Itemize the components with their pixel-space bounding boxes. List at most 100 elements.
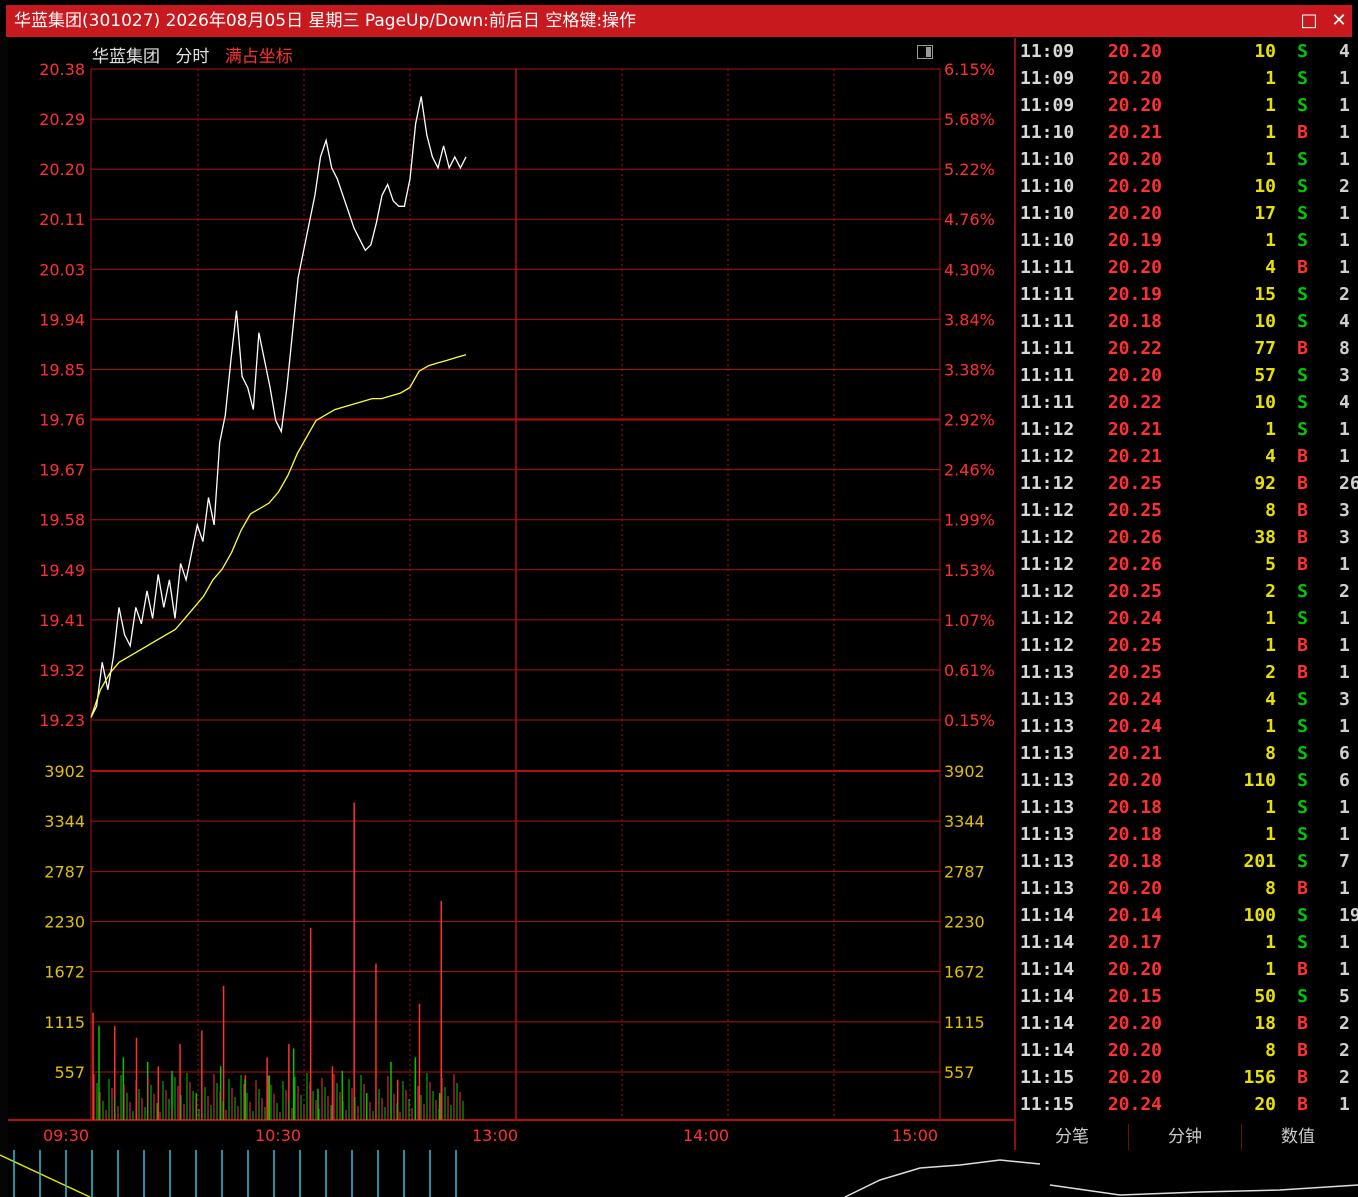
tick-row: 11:13 20.18 1 S 1 (1016, 794, 1358, 821)
tick-row: 11:13 20.20 8 B 1 (1016, 875, 1358, 902)
tick-count: 1 (1339, 635, 1350, 656)
tick-direction: S (1297, 230, 1308, 251)
maximize-button[interactable]: □ (1296, 5, 1322, 37)
tick-time: 11:09 (1020, 95, 1075, 116)
tick-direction: B (1297, 554, 1308, 575)
tick-direction: S (1297, 851, 1308, 872)
tick-direction: B (1297, 959, 1308, 980)
tick-price: 20.19 (1107, 284, 1162, 305)
tab-trades[interactable]: 分笔 (1016, 1124, 1129, 1150)
chart-mode: 分时 (175, 47, 210, 67)
volume-axis-label: 2787 (44, 862, 85, 881)
tick-time: 11:13 (1020, 878, 1075, 899)
volume-axis-label: 2230 (44, 913, 85, 932)
tick-count: 1 (1339, 149, 1350, 170)
pct-axis-label: 5.22% (944, 160, 995, 179)
tick-count: 1 (1339, 959, 1350, 980)
tick-volume: 8 (1265, 500, 1276, 521)
tick-direction: B (1297, 662, 1308, 683)
tick-volume: 1 (1265, 149, 1276, 170)
tick-row: 11:13 20.20 110 S 6 (1016, 767, 1358, 794)
tick-count: 6 (1339, 770, 1350, 791)
pct-axis-label: 0.61% (944, 661, 995, 680)
tick-price: 20.25 (1107, 635, 1162, 656)
tick-count: 1 (1339, 419, 1350, 440)
tick-time: 11:12 (1020, 527, 1075, 548)
tick-direction: S (1297, 203, 1308, 224)
price-axis-label: 20.20 (39, 160, 85, 179)
tick-volume: 10 (1254, 176, 1276, 197)
tick-direction: B (1297, 122, 1308, 143)
tick-volume: 8 (1265, 878, 1276, 899)
tick-price: 20.20 (1107, 1067, 1162, 1088)
indicator-strip (0, 1150, 1358, 1197)
price-axis-label: 20.03 (39, 260, 85, 279)
tick-list[interactable]: 11:09 20.20 10 S 4 11:09 20.20 1 S 1 11:09 20.20 1 S 1… (1016, 38, 1358, 1122)
tick-price: 20.24 (1107, 689, 1162, 710)
tick-price: 20.26 (1107, 527, 1162, 548)
tick-row: 11:12 20.21 4 B 1 (1016, 443, 1358, 470)
tab-values[interactable]: 数值 (1242, 1124, 1354, 1150)
tick-count: 1 (1339, 203, 1350, 224)
tick-price: 20.20 (1107, 68, 1162, 89)
volume-axis-label-right: 1115 (944, 1013, 985, 1032)
tick-time: 11:12 (1020, 635, 1075, 656)
tick-count: 1 (1339, 68, 1350, 89)
tick-count: 1 (1339, 122, 1350, 143)
tab-minutes[interactable]: 分钟 (1129, 1124, 1242, 1150)
tick-row: 11:10 20.20 10 S 2 (1016, 173, 1358, 200)
price-axis-label: 19.41 (39, 611, 85, 630)
tick-row: 11:10 20.19 1 S 1 (1016, 227, 1358, 254)
tick-direction: S (1297, 932, 1308, 953)
tick-time: 11:14 (1020, 932, 1075, 953)
tick-volume: 20 (1254, 1094, 1276, 1115)
tick-count: 1 (1339, 257, 1350, 278)
tick-direction: S (1297, 149, 1308, 170)
tick-direction: S (1297, 419, 1308, 440)
tick-volume: 1 (1265, 959, 1276, 980)
tick-direction: B (1297, 446, 1308, 467)
tick-row: 11:12 20.25 1 B 1 (1016, 632, 1358, 659)
tick-row: 11:15 20.24 20 B 1 (1016, 1091, 1358, 1118)
tick-row: 11:10 20.21 1 B 1 (1016, 119, 1358, 146)
tick-count: 1 (1339, 797, 1350, 818)
tick-volume: 8 (1265, 1040, 1276, 1061)
pct-axis-label: 0.15% (944, 711, 995, 730)
tick-count: 6 (1339, 743, 1350, 764)
tick-direction: S (1297, 365, 1308, 386)
tick-direction: S (1297, 824, 1308, 845)
tick-volume: 57 (1254, 365, 1276, 386)
time-axis-label: 15:00 (892, 1126, 938, 1145)
tick-volume: 15 (1254, 284, 1276, 305)
tick-volume: 10 (1254, 392, 1276, 413)
tick-price: 20.18 (1107, 851, 1162, 872)
tick-row: 11:13 20.18 1 S 1 (1016, 821, 1358, 848)
tick-direction: S (1297, 743, 1308, 764)
tick-volume: 1 (1265, 419, 1276, 440)
tick-count: 2 (1339, 1013, 1350, 1034)
tick-count: 1 (1339, 230, 1350, 251)
tick-time: 11:12 (1020, 419, 1075, 440)
tick-time: 11:11 (1020, 311, 1075, 332)
tick-volume: 4 (1265, 257, 1276, 278)
panel-toggle-icon[interactable] (917, 45, 933, 59)
tick-direction: B (1297, 500, 1308, 521)
tick-count: 2 (1339, 1067, 1350, 1088)
tick-volume: 38 (1254, 527, 1276, 548)
tick-direction: S (1297, 905, 1308, 926)
close-button[interactable]: ✕ (1326, 5, 1352, 37)
price-axis-label: 19.49 (39, 561, 85, 580)
intraday-chart[interactable]: 20.38 20.29 20.20 20.11 20.03 19.94 19.85 19.76… (0, 0, 1016, 1150)
tick-volume: 1 (1265, 824, 1276, 845)
stock-name: 华蓝集团 (92, 47, 160, 67)
tick-time: 11:13 (1020, 851, 1075, 872)
tick-direction: B (1297, 878, 1308, 899)
tick-time: 11:13 (1020, 743, 1075, 764)
tick-price: 20.20 (1107, 878, 1162, 899)
tick-price: 20.25 (1107, 473, 1162, 494)
tick-price: 20.21 (1107, 122, 1162, 143)
tick-count: 1 (1339, 95, 1350, 116)
price-axis-label: 20.11 (39, 210, 85, 229)
tick-time: 11:13 (1020, 689, 1075, 710)
full-scale-toggle[interactable]: 满占坐标 (225, 47, 293, 67)
